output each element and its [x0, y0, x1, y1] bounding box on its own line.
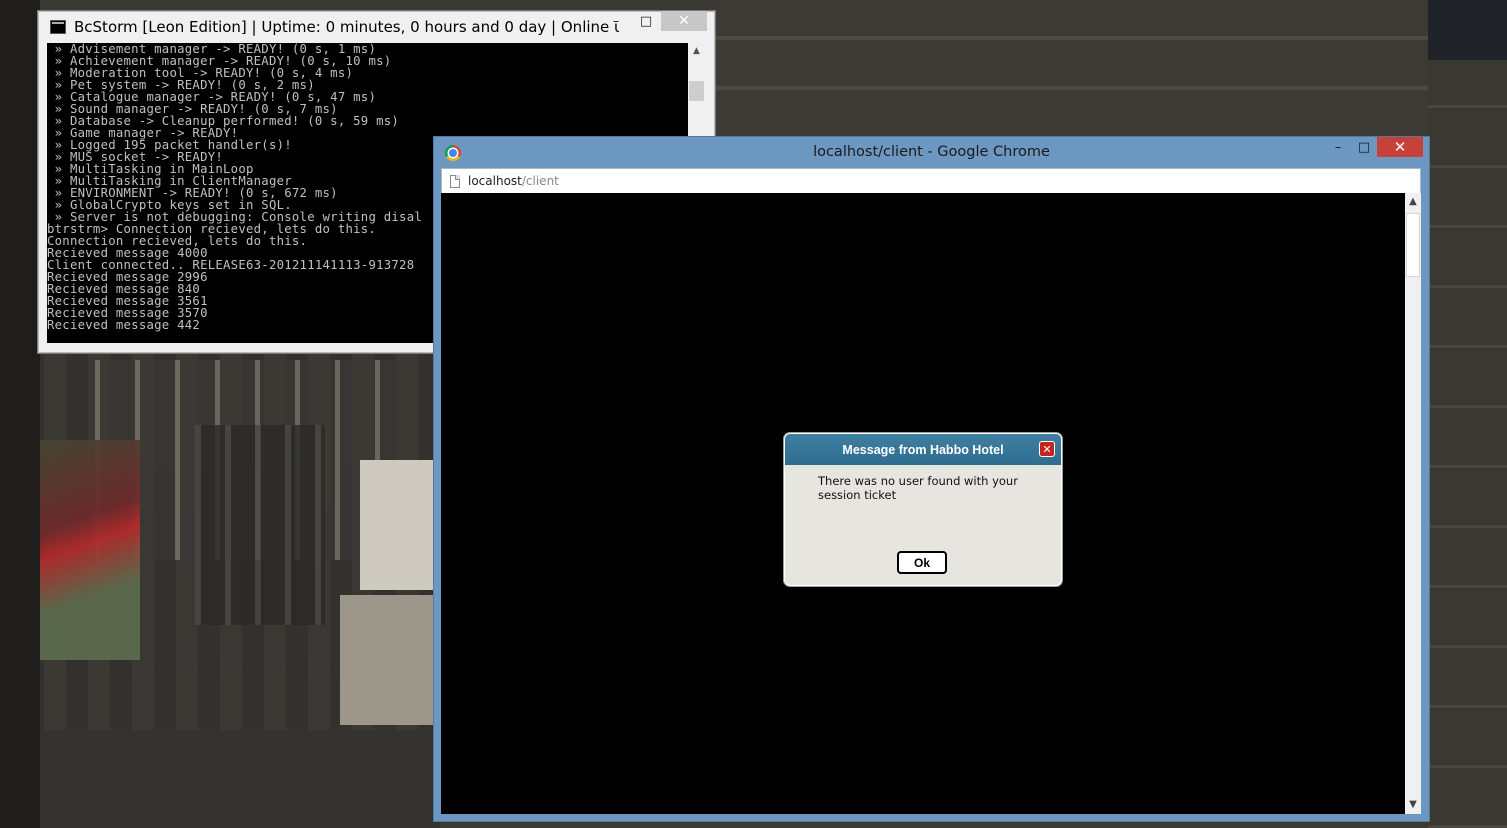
wallpaper-door — [195, 425, 325, 625]
console-titlebar[interactable]: BcStorm [Leon Edition] | Uptime: 0 minut… — [38, 11, 715, 43]
close-button[interactable]: ✕ — [661, 11, 707, 31]
scroll-down-icon[interactable]: ▼ — [1405, 796, 1421, 814]
chrome-window-title: localhost/client - Google Chrome — [813, 144, 1050, 160]
console-app-icon[interactable] — [50, 20, 66, 34]
url-host: localhost — [468, 174, 522, 188]
address-bar[interactable]: localhost/client — [441, 168, 1421, 194]
url-path: /client — [521, 174, 559, 188]
wallpaper-crate — [340, 595, 436, 725]
wallpaper-pillar — [0, 0, 40, 828]
scrollbar-thumb[interactable] — [689, 81, 704, 101]
maximize-button[interactable]: □ — [1351, 137, 1377, 157]
page-icon — [450, 174, 460, 188]
wallpaper-ground — [0, 730, 440, 828]
chrome-window-controls: – □ ✕ — [1325, 137, 1423, 157]
console-window-controls: – □ ✕ — [601, 11, 707, 33]
scroll-up-icon[interactable]: ▲ — [1405, 193, 1421, 211]
wallpaper-wall — [713, 0, 1428, 140]
minimize-button[interactable]: – — [601, 11, 631, 31]
scroll-up-icon[interactable]: ▲ — [688, 43, 705, 59]
chrome-titlebar[interactable]: localhost/client - Google Chrome – □ ✕ — [434, 137, 1429, 169]
wallpaper-crate — [360, 460, 436, 590]
dialog-header[interactable]: Message from Habbo Hotel ✕ — [785, 434, 1061, 465]
dialog-close-button[interactable]: ✕ — [1039, 441, 1055, 457]
close-button[interactable]: ✕ — [1377, 137, 1423, 157]
wallpaper-sky — [1428, 0, 1507, 60]
console-title: BcStorm [Leon Edition] | Uptime: 0 minut… — [74, 18, 619, 36]
ok-button[interactable]: Ok — [897, 551, 947, 574]
habbo-message-dialog: Message from Habbo Hotel ✕ There was no … — [784, 433, 1062, 586]
wallpaper-right-wall — [1428, 0, 1507, 828]
dialog-title: Message from Habbo Hotel — [842, 442, 1004, 457]
scrollbar-thumb[interactable] — [1406, 213, 1420, 277]
page-scrollbar[interactable]: ▲ ▼ — [1405, 193, 1421, 814]
dialog-message: There was no user found with your sessio… — [818, 474, 1018, 502]
url-text[interactable]: localhost/client — [468, 174, 559, 188]
minimize-button[interactable]: – — [1325, 137, 1351, 157]
maximize-button[interactable]: □ — [631, 11, 661, 31]
